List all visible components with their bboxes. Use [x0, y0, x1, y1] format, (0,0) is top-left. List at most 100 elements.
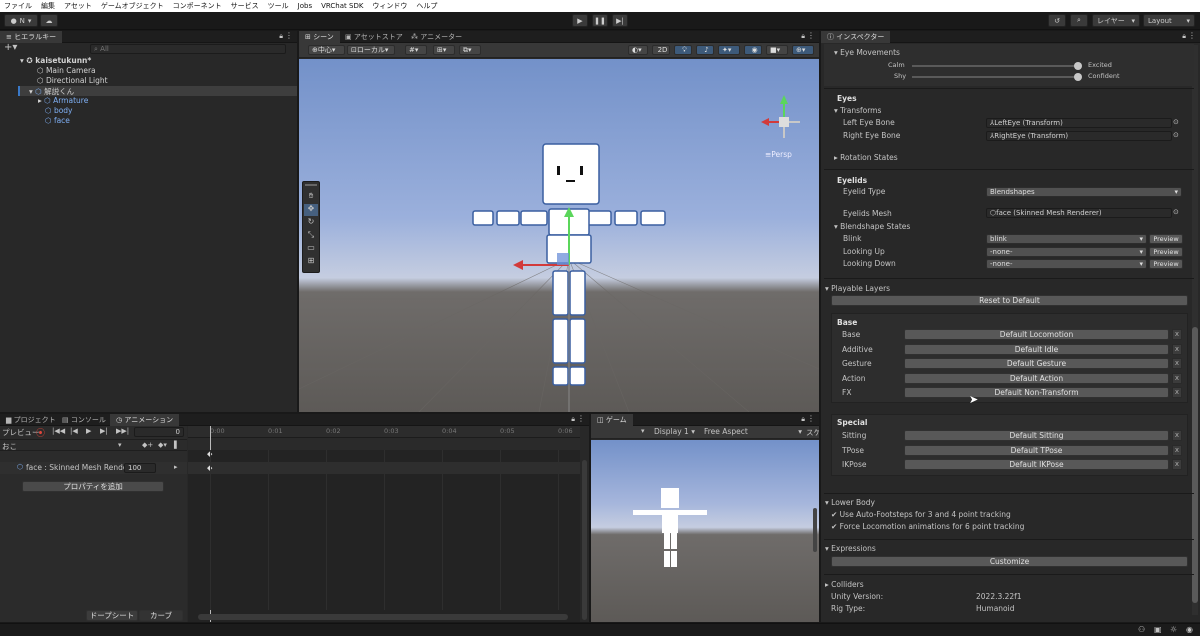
layers-dropdown[interactable]: レイヤー ▾	[1092, 14, 1140, 27]
add-event-icon[interactable]: ◆▾	[158, 441, 167, 449]
playable-layers-foldout[interactable]: ▾ Playable Layers	[825, 284, 890, 293]
timeline-ruler[interactable]: 0:00 0:01 0:02 0:03 0:04 0:05 0:06	[188, 426, 580, 438]
looking-down-preview-button[interactable]: Preview	[1149, 259, 1183, 269]
lock-icon[interactable]: 🔒︎	[571, 415, 575, 424]
remove-layer-button[interactable]: x	[1172, 343, 1182, 355]
tab-animator[interactable]: ⁂ アニメーター	[405, 31, 468, 43]
menu-item[interactable]: ツール	[268, 1, 289, 11]
menu-item[interactable]: VRChat SDK	[321, 2, 363, 10]
more-icon[interactable]: ⋮	[577, 414, 585, 423]
left-eye-field[interactable]: ⅄LeftEye (Transform)	[986, 118, 1172, 128]
menu-item[interactable]: ゲームオブジェクト	[101, 1, 164, 11]
scale-tool-icon[interactable]: ⤡	[304, 230, 318, 242]
pause-button[interactable]: ❚❚	[592, 14, 608, 27]
layout-dropdown[interactable]: Layout ▾	[1143, 14, 1195, 27]
remove-layer-button[interactable]: x	[1172, 387, 1182, 398]
prev-key-icon[interactable]: |◀	[70, 427, 78, 435]
timeline-scrollbar[interactable]	[198, 614, 568, 620]
add-icon[interactable]: +▾	[4, 42, 17, 53]
lower-body-foldout[interactable]: ▾ Lower Body	[825, 498, 875, 507]
curves-button[interactable]: カーブ	[139, 610, 183, 621]
record-icon[interactable]: ⦿	[36, 426, 45, 439]
blink-preview-button[interactable]: Preview	[1149, 234, 1183, 244]
more-icon[interactable]: ⋮	[807, 414, 815, 423]
blink-dropdown[interactable]: blink ▾	[986, 234, 1147, 244]
tab-game[interactable]: ◫ ゲーム	[591, 414, 633, 426]
slider-thumb[interactable]	[1074, 62, 1082, 70]
network-icon[interactable]: ⚇	[1138, 625, 1145, 634]
cloud-button[interactable]: ☁	[40, 14, 58, 27]
rect-tool-icon[interactable]: ▭	[304, 243, 318, 255]
display-dropdown[interactable]: Display 1 ▾	[654, 427, 695, 436]
looking-down-dropdown[interactable]: -none- ▾	[986, 259, 1147, 269]
slider-thumb[interactable]	[1074, 73, 1082, 81]
clip-dropdown[interactable]: おこ	[2, 441, 17, 452]
notification-icon[interactable]: ◉	[1186, 625, 1193, 634]
scene-viewport[interactable]: ≡Persp ✋︎ ✥ ↻ ⤡ ▭ ⊞	[299, 59, 819, 412]
toggle-2d-button[interactable]: 2D	[652, 45, 670, 55]
lock-icon[interactable]: 🔒︎	[801, 32, 805, 41]
lighting-toggle[interactable]: 💡︎	[674, 45, 692, 55]
layer-controller-button[interactable]: Default Gesture	[904, 358, 1169, 369]
dopesheet-button[interactable]: ドープシート	[86, 610, 138, 621]
hierarchy-item-face[interactable]: ⬡ face	[45, 116, 70, 125]
options-icon[interactable]: ▸	[174, 463, 178, 471]
chevron-down-icon[interactable]: ▾	[641, 427, 645, 435]
preview-button[interactable]: プレビュー	[2, 427, 40, 438]
layer-controller-button[interactable]: Default TPose	[904, 444, 1169, 456]
scale-slider-label[interactable]: スケ	[806, 427, 819, 438]
rotation-states-foldout[interactable]: ▸ Rotation States	[834, 153, 898, 162]
add-keyframe-icon[interactable]: ◆+	[142, 441, 153, 449]
chevron-down-icon[interactable]: ▾	[118, 441, 122, 449]
object-picker-icon[interactable]: ⊙	[1173, 118, 1179, 126]
play-icon[interactable]: ▶	[86, 427, 91, 435]
first-key-icon[interactable]: |◀◀	[52, 427, 65, 435]
aspect-dropdown[interactable]: Free Aspect ▾	[704, 427, 802, 436]
menu-item[interactable]: ウィンドウ	[372, 1, 407, 11]
remove-layer-button[interactable]: x	[1172, 459, 1182, 470]
scrollbar-thumb[interactable]	[1192, 327, 1198, 603]
play-button[interactable]: ▶	[572, 14, 588, 27]
lock-icon[interactable]: 🔒︎	[1182, 32, 1186, 41]
rotate-tool-icon[interactable]: ↻	[304, 217, 318, 229]
event-icon[interactable]: ▌	[174, 441, 179, 449]
shy-confident-slider[interactable]	[912, 73, 1082, 81]
layer-controller-button[interactable]: Default Action	[904, 372, 1169, 384]
remove-layer-button[interactable]: x	[1172, 444, 1182, 456]
grid-snap-dropdown[interactable]: #▾	[405, 45, 427, 55]
menu-item[interactable]: Jobs	[298, 2, 312, 10]
layer-controller-button[interactable]: Default Sitting	[904, 430, 1169, 441]
property-row[interactable]: ⬡ face : Skinned Mesh Rende 100 ▸	[0, 462, 187, 474]
visibility-toggle[interactable]: ◉	[744, 45, 762, 55]
hierarchy-item-armature[interactable]: ▸ ⬡ Armature	[38, 96, 88, 105]
step-button[interactable]: ▶|	[612, 14, 628, 27]
add-property-button[interactable]: プロパティを追加	[22, 481, 164, 492]
move-tool-icon[interactable]: ✥	[304, 204, 318, 216]
hierarchy-item-main-camera[interactable]: ⬡ Main Camera	[37, 66, 96, 75]
remove-layer-button[interactable]: x	[1172, 329, 1182, 340]
lock-icon[interactable]: 🔒︎	[801, 415, 805, 424]
eyelid-type-dropdown[interactable]: Blendshapes ▾	[986, 187, 1182, 197]
scene-root-item[interactable]: ▾ ✪ kaisetukunn*	[20, 56, 91, 65]
more-icon[interactable]: ⋮	[285, 31, 293, 40]
menu-item[interactable]: 編集	[41, 1, 55, 11]
next-key-icon[interactable]: ▶|	[100, 427, 108, 435]
progress-icon[interactable]: ▣	[1154, 625, 1162, 634]
menu-item[interactable]: サービス	[231, 1, 259, 11]
game-viewport[interactable]	[591, 440, 819, 622]
orientation-gizmo[interactable]	[761, 95, 800, 138]
inspector-scrollbar[interactable]	[1192, 45, 1198, 615]
account-button[interactable]: ● N ▾	[4, 14, 38, 27]
frame-input[interactable]: 0	[134, 427, 184, 437]
menu-item[interactable]: コンポーネント	[173, 1, 222, 11]
tab-project[interactable]: ▆ プロジェクト	[0, 414, 62, 426]
eyelids-mesh-field[interactable]: ⬡face (Skinned Mesh Renderer)	[986, 208, 1172, 218]
layer-controller-button[interactable]: Default Non-Transform	[904, 387, 1169, 398]
game-scrollbar[interactable]	[813, 508, 817, 552]
tab-asset-store[interactable]: ▣ アセットストア	[339, 31, 409, 43]
menu-item[interactable]: ファイル	[4, 1, 32, 11]
space-dropdown[interactable]: ⊡ローカル▾	[347, 45, 395, 55]
transforms-foldout[interactable]: ▾ Transforms	[834, 106, 881, 115]
menu-item[interactable]: ヘルプ	[416, 1, 437, 11]
layer-controller-button[interactable]: Default Locomotion	[904, 329, 1169, 340]
